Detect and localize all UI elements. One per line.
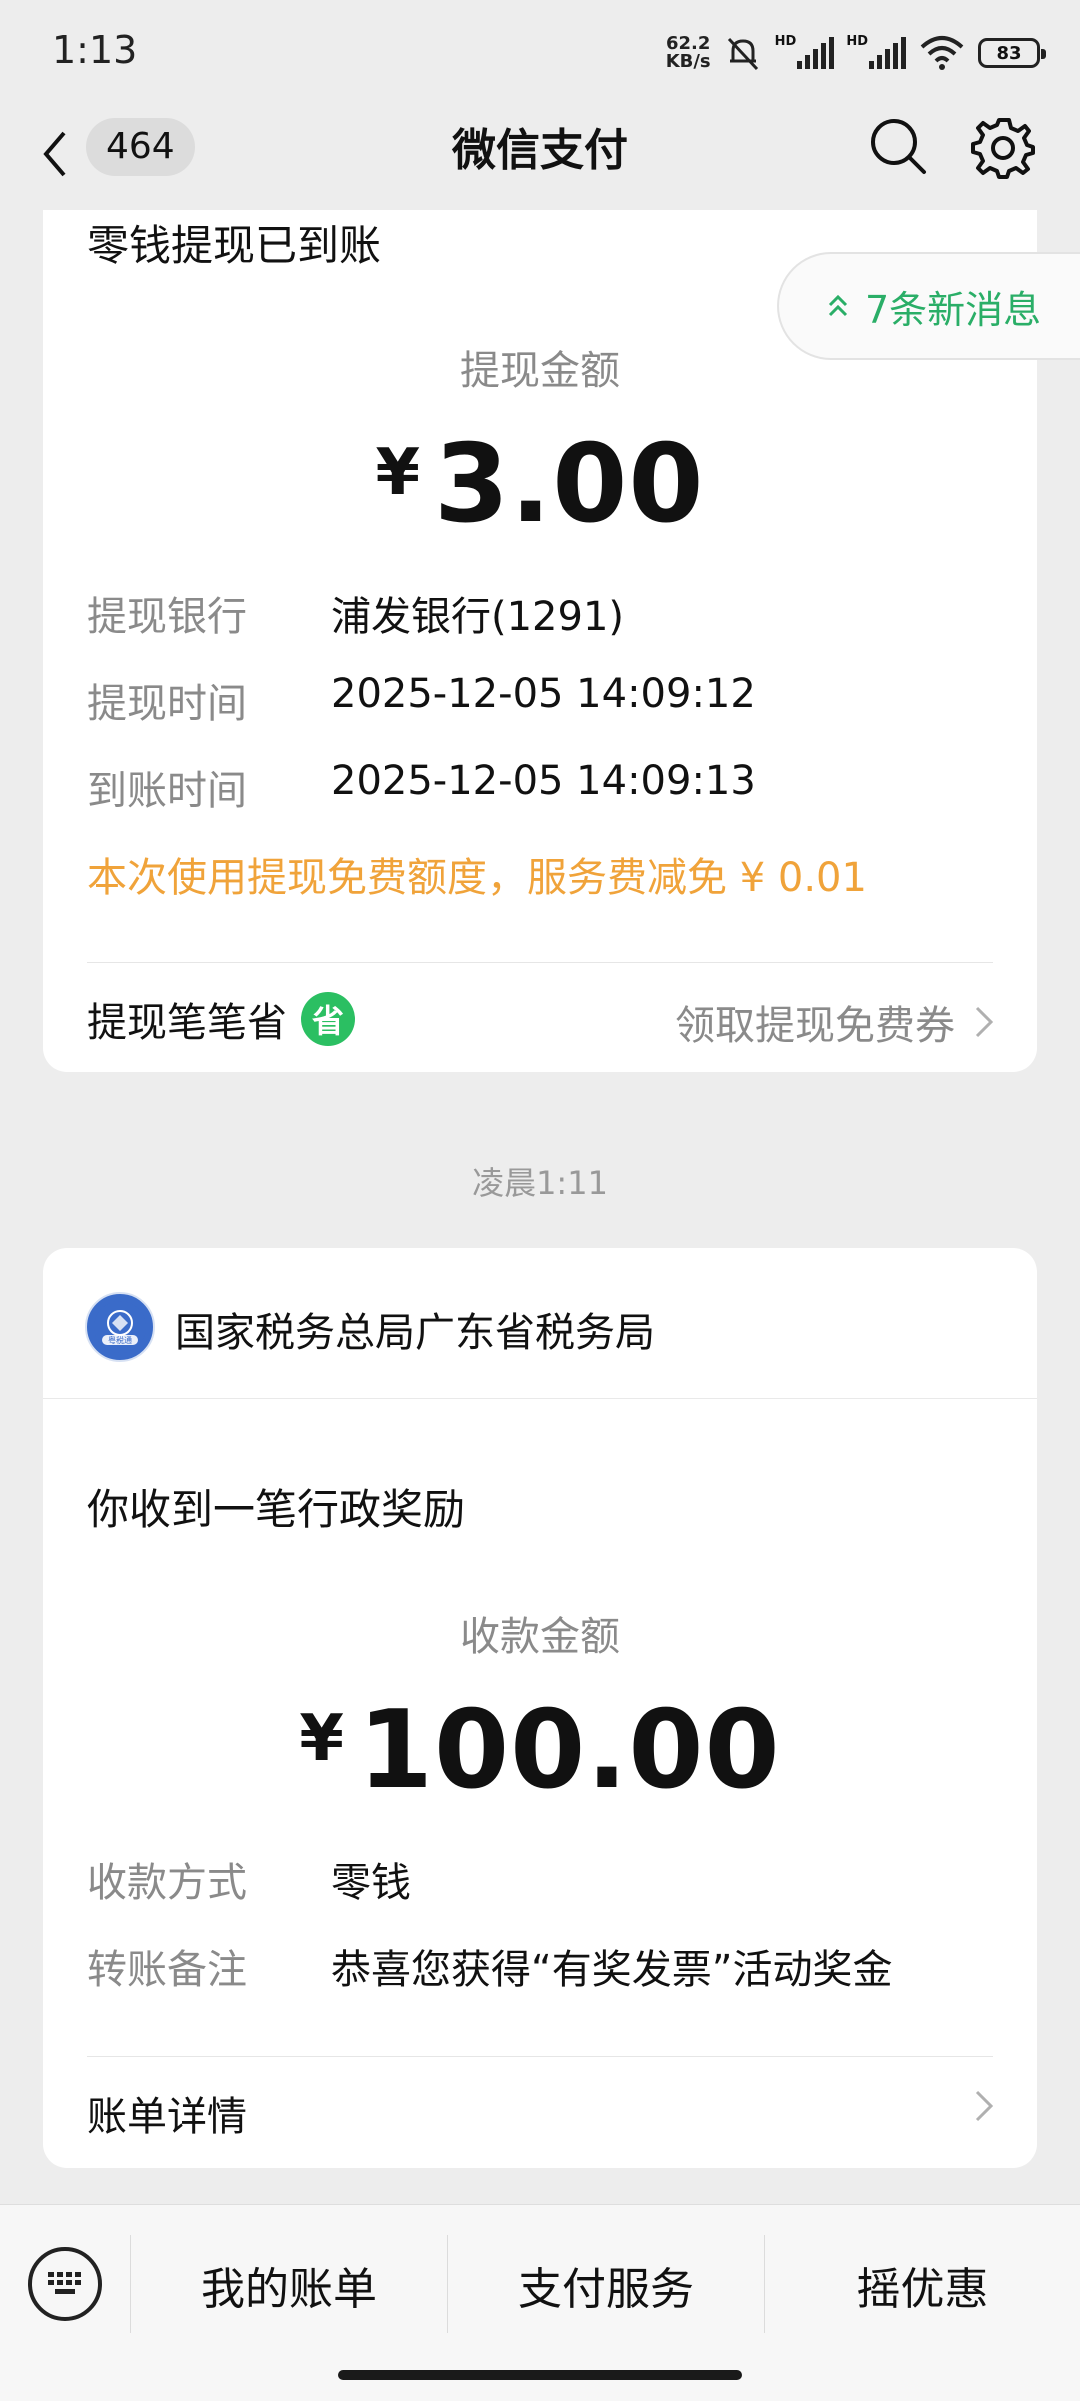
- status-time: 1:13: [52, 28, 138, 72]
- arrival-time-value: 2025-12-05 14:09:13: [331, 758, 756, 804]
- nav-bar: 464 微信支付: [0, 100, 1080, 210]
- status-icons: 62.2 KB/s HD HD 83: [666, 28, 1046, 78]
- tab-payment-services[interactable]: 支付服务: [448, 2235, 764, 2335]
- mute-bell-icon: [727, 37, 758, 71]
- merchant-logo[interactable]: 粤税通: [85, 1292, 155, 1362]
- merchant-name[interactable]: 国家税务总局广东省税务局: [175, 1300, 655, 1358]
- card-divider: [87, 962, 993, 963]
- reward-amount-value: 100.00: [357, 1688, 781, 1813]
- bill-details-chevron[interactable]: [971, 2086, 997, 2126]
- network-speed-unit: KB/s: [665, 51, 711, 72]
- bill-details-link[interactable]: 账单详情: [87, 2084, 247, 2142]
- signal-icon: HD: [774, 34, 835, 69]
- chevron-right-icon: [975, 2090, 994, 2122]
- new-messages-label: 7条新消息: [865, 287, 1042, 332]
- merchant-logo-text: 粤税通: [108, 1335, 132, 1345]
- signal-icon-2: HD: [846, 34, 906, 69]
- hd-label-2: HD: [846, 34, 868, 49]
- tab-my-bills[interactable]: 我的账单: [131, 2235, 447, 2335]
- reward-amount-label: 收款金额: [460, 1614, 620, 1660]
- card-divider: [87, 2056, 993, 2057]
- keyboard-toggle-button[interactable]: [28, 2247, 102, 2321]
- new-messages-button[interactable]: 7条新消息: [777, 252, 1080, 360]
- status-bar: 1:13 62.2 KB/s HD HD 83: [0, 0, 1080, 100]
- currency-symbol: ¥: [375, 436, 421, 510]
- reward-title: 你收到一笔行政奖励: [87, 1485, 466, 1534]
- time-separator: 凌晨1:11: [472, 1164, 608, 1202]
- payment-method-value: 零钱: [331, 1860, 411, 1906]
- payment-method-label: 收款方式: [87, 1860, 247, 1906]
- double-chevron-up-icon: [828, 294, 848, 317]
- reward-amount: ¥100.00: [43, 1688, 1037, 1813]
- hd-label: HD: [774, 34, 797, 49]
- home-indicator[interactable]: [338, 2370, 742, 2380]
- transfer-note-label: 转账备注: [87, 1947, 247, 1993]
- withdraw-title: 零钱提现已到账: [87, 221, 382, 270]
- withdraw-amount-value: 3.00: [434, 422, 705, 547]
- withdraw-bank-label: 提现银行: [87, 594, 247, 640]
- reward-card[interactable]: 粤税通 国家税务总局广东省税务局 你收到一笔行政奖励 收款金额 ¥100.00 …: [43, 1248, 1037, 2168]
- battery-icon: 83: [978, 38, 1046, 68]
- fee-waiver-notice: 本次使用提现免费额度，服务费减免 ¥ 0.01: [87, 855, 867, 901]
- arrival-time-label: 到账时间: [87, 768, 247, 814]
- claim-coupon-link[interactable]: 领取提现免费券: [675, 993, 997, 1051]
- withdraw-time-label: 提现时间: [87, 681, 247, 727]
- keyboard-icon: [48, 2272, 81, 2294]
- tab-shake-deals[interactable]: 摇优惠: [765, 2235, 1080, 2335]
- save-badge-icon: 省: [301, 992, 355, 1046]
- withdraw-save-promo[interactable]: 提现笔笔省 省: [87, 990, 355, 1048]
- withdraw-bank-value: 浦发银行(1291): [331, 594, 625, 640]
- gear-icon[interactable]: [970, 114, 1036, 180]
- bill-details-label: 账单详情: [87, 2094, 247, 2140]
- claim-coupon-label: 领取提现免费券: [675, 1003, 955, 1049]
- network-speed: 62.2 KB/s: [666, 35, 711, 71]
- withdraw-time-value: 2025-12-05 14:09:12: [331, 671, 756, 717]
- chevron-right-icon: [975, 1006, 994, 1038]
- transfer-note-value: 恭喜您获得“有奖发票”活动奖金: [331, 1947, 893, 1993]
- currency-symbol: ¥: [299, 1702, 344, 1776]
- search-icon[interactable]: [866, 114, 930, 178]
- wifi-icon: [920, 36, 964, 70]
- header-divider: [43, 1398, 1037, 1399]
- tax-emblem-icon: 粤税通: [94, 1301, 146, 1353]
- withdraw-amount: ¥3.00: [43, 422, 1037, 547]
- withdraw-save-label: 提现笔笔省: [87, 1000, 287, 1046]
